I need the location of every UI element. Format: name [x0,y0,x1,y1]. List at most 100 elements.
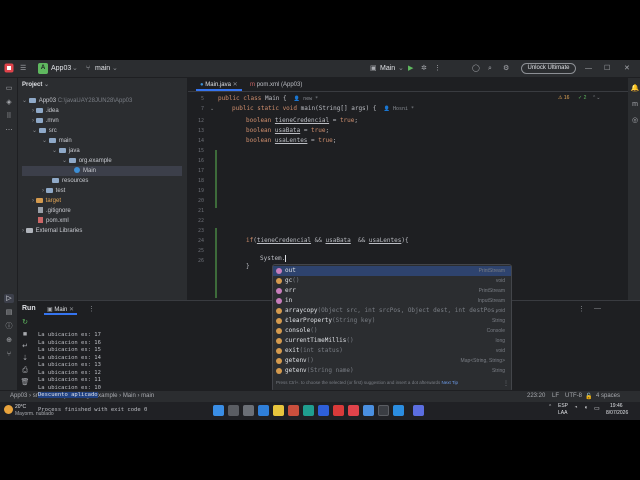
tray-chevron-icon[interactable]: ⌃ [548,404,552,410]
notifications-icon[interactable]: 🔔 [630,84,640,93]
completion-item[interactable]: err PrintStream [273,286,511,296]
commit-icon[interactable]: ◈ [4,98,14,107]
problems-icon[interactable]: ⓘ [4,322,14,331]
warnings-count[interactable]: ⚠ 16 [558,95,569,101]
inspections-chevron-icon[interactable]: ⌃⌄ [592,95,600,101]
completion-item[interactable]: getenv(String name) String [273,366,511,376]
database-icon[interactable]: ◎ [630,116,640,125]
search-taskbar-icon[interactable] [228,405,239,416]
tree-item-src[interactable]: ⌄ src [32,126,57,136]
clock-time[interactable]: 19:46 [610,403,623,409]
battery-icon[interactable]: ▭ [594,405,600,412]
branch-name[interactable]: main [95,63,110,75]
store-icon[interactable] [318,405,329,416]
app-logo-icon[interactable] [4,63,14,75]
vscode-icon[interactable] [393,405,404,416]
start-windows-icon[interactable] [213,405,224,416]
more-actions-icon[interactable]: ⋮ [434,63,441,75]
account-icon[interactable]: ◯ [472,63,480,75]
completion-item[interactable]: gc() void [273,276,511,286]
tree-item-mvn[interactable]: › .mvn [32,116,59,126]
file-explorer-icon[interactable] [273,405,284,416]
branch-icon[interactable]: ⑂ [86,63,90,75]
minimize-window-icon[interactable]: — [585,63,592,75]
terminal-icon[interactable]: ▤ [4,308,14,317]
tree-item-org-example[interactable]: ⌄ org.example [62,156,112,166]
intellij-taskbar-icon[interactable] [378,405,389,416]
lock-icon[interactable]: 🔓 [585,393,592,400]
chrome-icon[interactable] [363,405,374,416]
close-window-icon[interactable]: ✕ [624,63,630,75]
weather-temp[interactable]: 20°C [15,404,26,410]
tree-item-idea[interactable]: › .idea [32,106,59,116]
caret-position[interactable]: 223:20 [527,393,545,399]
media-icon[interactable] [348,405,359,416]
project-panel-title[interactable]: Project ⌄ [22,80,49,90]
services-icon[interactable]: ⊕ [4,336,14,345]
scroll-to-end-icon[interactable]: ⇣ [20,354,30,363]
tree-item-target[interactable]: › target [32,196,61,206]
unlock-ultimate-button[interactable]: Unlock Ultimate [521,63,576,74]
rerun-icon[interactable]: ↻ [20,318,30,327]
indent-setting[interactable]: 4 spaces [596,393,620,399]
widgets-icon[interactable] [258,405,269,416]
run-tab-close-icon[interactable]: ✕ [69,307,74,313]
completion-item[interactable]: out PrintStream [273,266,511,276]
tree-item-resources[interactable]: resources [52,176,88,186]
ok-count[interactable]: ✓ 2 [578,95,586,101]
fold-chevron-icon[interactable]: ⌄ [210,106,217,112]
stop-icon[interactable]: ■ [20,330,30,339]
project-name[interactable]: App03 [51,63,71,75]
office-icon[interactable] [333,405,344,416]
tree-item-test[interactable]: › test [42,186,65,196]
search-icon[interactable]: ⌕ [488,63,492,75]
soft-wrap-icon[interactable]: ↵ [20,342,30,351]
print-icon[interactable]: ⎙ [20,366,30,375]
tree-item-external-libraries[interactable]: › External Libraries [22,226,82,236]
completion-item[interactable]: in InputStream [273,296,511,306]
run-more-icon[interactable]: ⋮ [88,305,95,313]
next-tip-link[interactable]: Next Tip [441,380,458,385]
tree-item-java[interactable]: ⌄ java [52,146,80,156]
project-folder-icon[interactable]: ▭ [4,84,14,93]
more-tools-icon[interactable]: ⋯ [4,126,14,135]
completion-item[interactable]: console() Console [273,326,511,336]
volume-icon[interactable]: ◖ [584,405,588,411]
run-config-name[interactable]: Main [380,63,395,75]
completion-item[interactable]: clearProperty(String key) String [273,316,511,326]
tab-close-icon[interactable]: ✕ [233,82,238,88]
completion-item[interactable]: exit(int status) void [273,346,511,356]
maximize-window-icon[interactable]: ☐ [604,63,610,75]
run-tab-main[interactable]: ▣ Main ✕ [44,305,78,315]
completion-item[interactable]: getenv() Map<String, String> [273,356,511,366]
project-badge[interactable]: A [38,63,48,74]
tree-item-pom[interactable]: pom.xml [38,216,69,226]
maven-icon[interactable]: m [630,100,640,109]
tree-item-gitignore[interactable]: .gitignore [38,206,71,216]
run-tool-icon[interactable]: ▷ [4,294,14,303]
completion-options-icon[interactable]: ⋮ [503,380,509,387]
run-options-icon[interactable]: ⋮ [578,305,585,313]
input-lang-variant[interactable]: LAA [558,410,567,416]
code-line-current[interactable]: System. [260,255,287,262]
debug-icon[interactable]: ✲ [421,63,427,75]
weather-icon[interactable] [4,405,13,414]
run-config-chevron-icon[interactable]: ⌄ [398,63,404,75]
tab-main-java[interactable]: ● Main.java ✕ [196,80,242,91]
structure-icon[interactable]: ⠿ [4,112,14,121]
branch-chevron-down-icon[interactable]: ⌄ [112,63,118,75]
project-chevron-down-icon[interactable]: ⌄ [72,63,78,75]
completion-item[interactable]: currentTimeMillis() long [273,336,511,346]
line-separator[interactable]: LF [552,393,559,399]
input-lang[interactable]: ESP [558,403,568,409]
main-menu-icon[interactable]: ☰ [20,63,26,75]
tree-item-app03[interactable]: ⌄ App03 C:\javaUAY28JUN28\App03 [22,96,132,106]
file-encoding[interactable]: UTF-8 [565,393,582,399]
completion-item[interactable]: arraycopy(Object src, int srcPos, Object… [273,306,511,324]
tree-item-main-class[interactable]: Main [22,166,182,176]
run-minimize-icon[interactable]: — [594,305,601,312]
clear-console-icon[interactable]: 🗑 [20,378,30,387]
teams-icon[interactable] [413,405,424,416]
wifi-icon[interactable]: ◔ [574,405,578,411]
tab-pom-xml[interactable]: m pom.xml (App03) [246,80,306,91]
